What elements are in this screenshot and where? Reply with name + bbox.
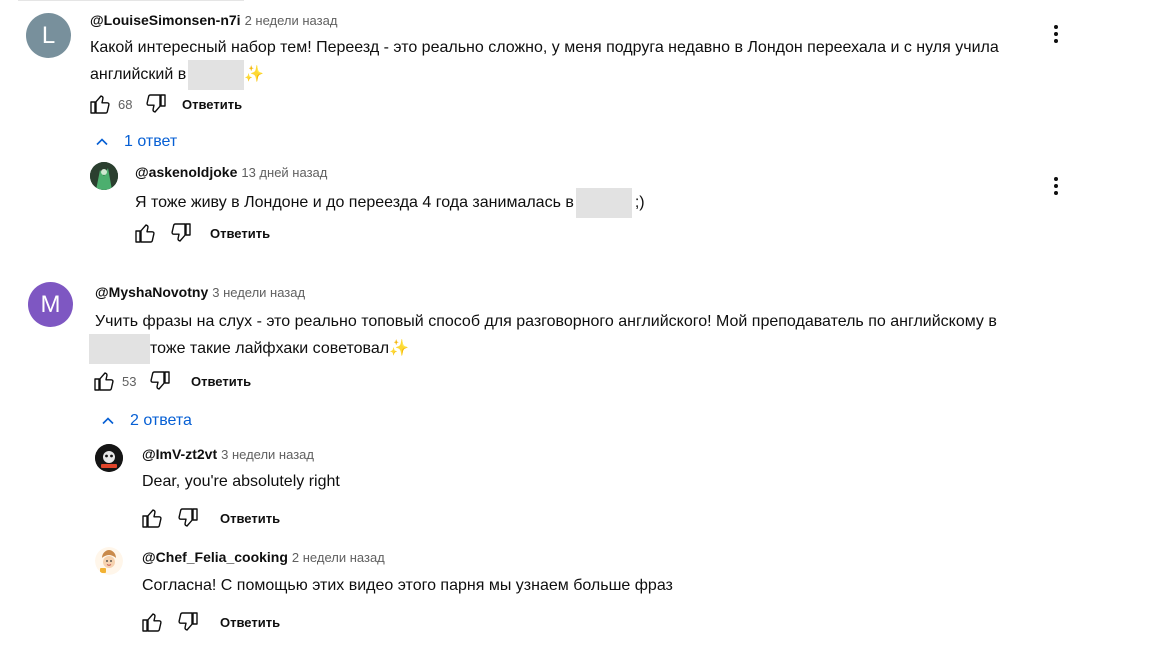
like-icon[interactable]: [88, 92, 112, 116]
replies-toggle-label: 1 ответ: [124, 133, 178, 150]
like-icon[interactable]: [92, 369, 116, 393]
avatar[interactable]: [90, 162, 118, 190]
comment-text-part: тоже такие лайфхаки советовал✨: [150, 340, 409, 358]
like-count: 68: [118, 96, 133, 112]
comment-author[interactable]: @LouiseSimonsen-n7i: [90, 12, 241, 28]
top-divider: [18, 0, 244, 1]
like-icon[interactable]: [140, 506, 164, 530]
avatar[interactable]: M: [28, 282, 73, 327]
reply-actions: Ответить: [133, 221, 270, 245]
reply-time[interactable]: 3 недели назад: [221, 447, 314, 462]
replies-toggle-label: 2 ответа: [130, 412, 192, 429]
comment-actions: 53 Ответить: [92, 369, 251, 393]
dislike-icon[interactable]: [169, 221, 193, 245]
dislike-icon[interactable]: [148, 369, 172, 393]
replies-toggle[interactable]: 2 ответа: [100, 412, 192, 430]
comment-text-part: ✨: [244, 66, 265, 84]
avatar-letter: M: [40, 290, 61, 318]
reply-text-part: Я тоже живу в Лондоне и до переезда 4 го…: [135, 194, 574, 212]
reply-actions: Ответить: [140, 506, 280, 530]
comment-text: Учить фразы на слух - это реально топовы…: [89, 310, 997, 364]
reply-header: @askenoldjoke 13 дней назад: [135, 164, 327, 180]
comment-text-line-1: Какой интересный набор тем! Переезд - эт…: [90, 39, 999, 56]
comment-text-part: английский в: [90, 66, 187, 84]
redacted-block: [575, 188, 632, 218]
dislike-icon[interactable]: [176, 506, 200, 530]
dislike-icon[interactable]: [144, 92, 168, 116]
more-vert-icon[interactable]: [1046, 22, 1066, 46]
reply-actions: Ответить: [140, 610, 280, 634]
avatar[interactable]: L: [26, 13, 71, 58]
reply-button[interactable]: Ответить: [220, 615, 280, 630]
reply-author[interactable]: @ImV-zt2vt: [142, 446, 217, 462]
avatar[interactable]: [95, 547, 123, 575]
chevron-up-icon: [96, 138, 108, 146]
comment-text-line-2: тоже такие лайфхаки советовал✨: [89, 334, 997, 364]
comment-time[interactable]: 2 недели назад: [245, 13, 338, 28]
avatar-letter: L: [41, 21, 56, 49]
reply-time[interactable]: 13 дней назад: [241, 165, 327, 180]
more-vert-icon[interactable]: [1046, 174, 1066, 198]
reply-author[interactable]: @askenoldjoke: [135, 164, 237, 180]
reply-text: Я тоже живу в Лондоне и до переезда 4 го…: [135, 188, 645, 218]
redacted-block: [188, 60, 245, 90]
reply-text: Dear, you're absolutely right: [142, 473, 340, 490]
comment-header: @MyshaNovotny 3 недели назад: [95, 284, 305, 300]
comment-text: Какой интересный набор тем! Переезд - эт…: [90, 36, 999, 90]
dislike-icon[interactable]: [176, 610, 200, 634]
like-icon[interactable]: [140, 610, 164, 634]
comment-author[interactable]: @MyshaNovotny: [95, 284, 208, 300]
reply-time[interactable]: 2 недели назад: [292, 550, 385, 565]
avatar[interactable]: [95, 444, 123, 472]
comment-time[interactable]: 3 недели назад: [212, 285, 305, 300]
reply-header: @Chef_Felia_cooking 2 недели назад: [142, 549, 385, 565]
comment-text-line-2: английский в ✨: [90, 60, 999, 90]
reply-button[interactable]: Ответить: [220, 511, 280, 526]
comment-text-line-1: Учить фразы на слух - это реально топовы…: [95, 313, 997, 330]
chevron-up-icon: [102, 417, 114, 425]
reply-text-part: ;): [634, 194, 645, 212]
reply-text: Согласна! С помощью этих видео этого пар…: [142, 577, 673, 594]
reply-author[interactable]: @Chef_Felia_cooking: [142, 549, 288, 565]
like-count: 53: [122, 373, 137, 389]
reply-button[interactable]: Ответить: [191, 374, 251, 389]
reply-button[interactable]: Ответить: [182, 97, 242, 112]
reply-button[interactable]: Ответить: [210, 226, 270, 241]
replies-toggle[interactable]: 1 ответ: [94, 133, 177, 151]
like-icon[interactable]: [133, 221, 157, 245]
comment-header: @LouiseSimonsen-n7i 2 недели назад: [90, 12, 337, 28]
reply-header: @ImV-zt2vt 3 недели назад: [142, 446, 314, 462]
comment-actions: 68 Ответить: [88, 92, 242, 116]
redacted-block: [89, 334, 150, 364]
